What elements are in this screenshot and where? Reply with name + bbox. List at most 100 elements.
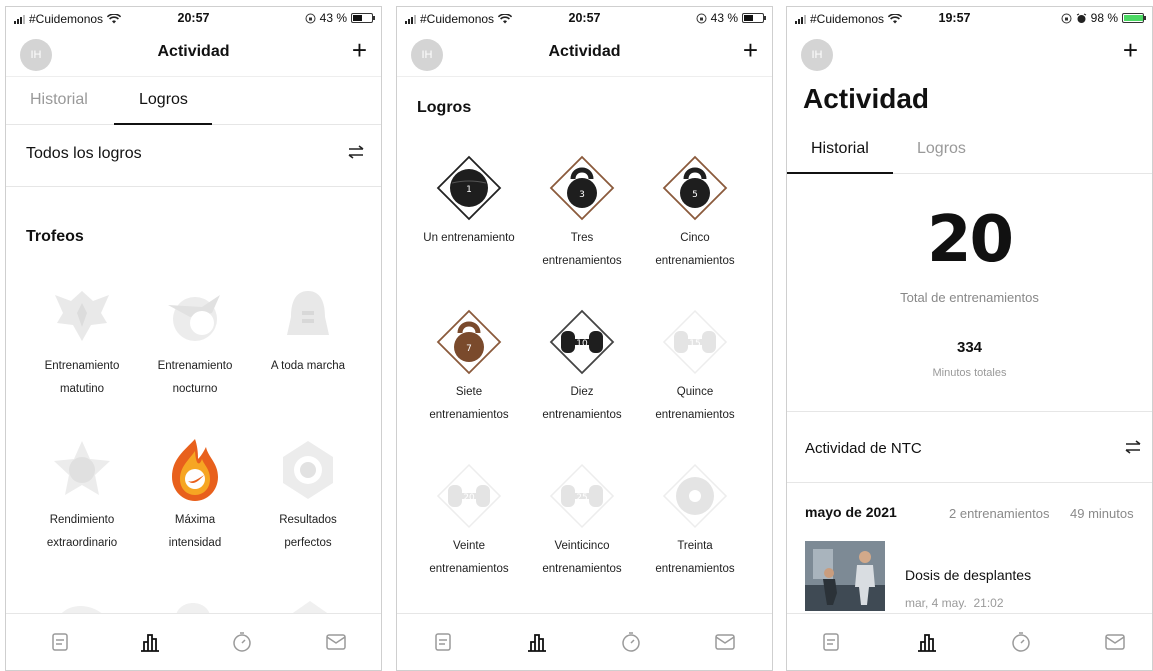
nav-bar: IH Actividad +	[6, 29, 381, 77]
achievement-badge[interactable]: 15 Quince entrenamientos	[639, 309, 751, 427]
feed-icon[interactable]	[48, 630, 72, 654]
badge-title: Rendimiento	[49, 514, 115, 526]
feed-icon[interactable]	[819, 630, 843, 654]
status-bar: #Cuidemonos 20:57 43 %	[6, 7, 381, 29]
badge-number: 5	[692, 190, 698, 200]
total-workouts-label: Total de entrenamientos	[900, 290, 1039, 305]
trophy-badge[interactable]: Entrenamiento nocturno	[139, 283, 251, 401]
badge-subtitle: entrenamientos	[542, 255, 622, 267]
flame-trophy-icon	[172, 439, 218, 501]
battery-icon	[1122, 13, 1146, 23]
timer-icon[interactable]	[619, 630, 643, 654]
trophy-badge[interactable]: Rendimiento extraordinario	[26, 437, 138, 555]
add-button[interactable]: +	[352, 37, 367, 63]
trophy-badge[interactable]: A toda marcha	[252, 283, 364, 378]
avatar[interactable]: IH	[801, 39, 833, 71]
large-page-title: Actividad	[803, 83, 930, 114]
feed-icon[interactable]	[431, 630, 455, 654]
badge-title: Resultados	[279, 514, 337, 526]
section-title: Trofeos	[26, 228, 84, 245]
trophy-badge[interactable]: Resultados perfectos	[252, 437, 364, 555]
battery-icon	[742, 13, 766, 23]
badge-subtitle: matutino	[59, 383, 105, 395]
ball-badge-icon: 1	[436, 155, 502, 221]
tab-historial[interactable]: Historial	[30, 91, 88, 109]
workout-time: 21:02	[973, 596, 1004, 610]
tab-bar: Historial Logros	[6, 77, 381, 125]
badge-subtitle: entrenamientos	[655, 563, 735, 575]
badge-number: 20	[463, 493, 475, 503]
activity-chart-icon[interactable]	[525, 630, 549, 654]
timer-icon[interactable]	[1009, 630, 1033, 654]
filter-row[interactable]: Todos los logros	[6, 125, 381, 187]
badge-subtitle: nocturno	[172, 383, 218, 395]
workout-title: Dosis de desplantes	[905, 567, 1032, 583]
achievement-badge[interactable]: 30 Treinta entrenamientos	[639, 463, 751, 581]
page-title: Actividad	[157, 43, 230, 60]
screen-logros-trofeos: #Cuidemonos 20:57 43 % IH Actividad + Hi…	[5, 6, 382, 671]
badge-title: Cinco	[680, 232, 710, 244]
tab-historial[interactable]: Historial	[811, 140, 869, 158]
next-row-trophies-peek	[60, 601, 330, 615]
filter-icon[interactable]	[347, 143, 365, 161]
badge-title: Máxima	[174, 514, 216, 526]
timer-icon[interactable]	[230, 630, 254, 654]
battery-icon	[351, 13, 375, 23]
achievement-badge[interactable]: 20 Veinte entrenamientos	[413, 463, 525, 581]
orientation-lock-icon	[1061, 13, 1072, 23]
trophy-badge[interactable]: Máxima intensidad	[139, 437, 251, 555]
badge-title: Veinticinco	[554, 540, 610, 552]
badge-number: 25	[576, 493, 587, 503]
eagle-trophy-icon	[55, 291, 109, 341]
bottom-tab-bar	[787, 613, 1152, 670]
tab-logros[interactable]: Logros	[917, 140, 966, 158]
activity-chart-icon[interactable]	[138, 630, 162, 654]
dumbbell-badge-icon: 15	[662, 309, 728, 375]
achievement-badge[interactable]: 25 Veinticinco entrenamientos	[526, 463, 638, 581]
status-bar: #Cuidemonos 20:57 43 %	[397, 7, 772, 29]
badge-title: Un entrenamiento	[423, 232, 515, 244]
inbox-icon[interactable]	[1103, 630, 1127, 654]
achievement-badge[interactable]: 10 Diez entrenamientos	[526, 309, 638, 427]
add-button[interactable]: +	[1123, 37, 1138, 63]
badge-number: 1	[466, 185, 472, 195]
battery-percent: 43 %	[710, 11, 738, 25]
workout-row[interactable]: Dosis de desplantes mar, 4 may. 21:02	[805, 541, 1145, 611]
month-workouts: 2 entrenamientos	[949, 506, 1050, 521]
inbox-icon[interactable]	[324, 630, 348, 654]
battery-percent: 43 %	[319, 11, 347, 25]
trophy-badge[interactable]: Entrenamiento matutino	[26, 283, 138, 401]
dumbbell-badge-icon: 25	[549, 463, 615, 529]
achievement-badge[interactable]: 5 Cinco entrenamientos	[639, 155, 751, 273]
activity-row-label: Actividad de NTC	[805, 440, 922, 457]
add-button[interactable]: +	[743, 37, 758, 63]
nav-bar: IH Actividad +	[397, 29, 772, 77]
kettlebell-badge-icon: 3	[549, 155, 615, 221]
badge-number: 10	[576, 339, 588, 349]
achievement-badge[interactable]: 1 Un entrenamiento	[413, 155, 525, 250]
target-trophy-icon	[283, 441, 333, 499]
badge-subtitle: entrenamientos	[542, 563, 622, 575]
achievement-badge[interactable]: 7 Siete entrenamientos	[413, 309, 525, 427]
month-label: mayo de 2021	[805, 504, 897, 520]
badge-title: Entrenamiento	[157, 360, 233, 372]
bottom-tab-bar	[6, 613, 381, 670]
badge-title: Veinte	[453, 540, 485, 552]
dumbbell-badge-icon: 20	[436, 463, 502, 529]
activity-chart-icon[interactable]	[915, 630, 939, 654]
activity-filter-row[interactable]: Actividad de NTC	[787, 411, 1152, 483]
filter-icon[interactable]	[1124, 438, 1142, 456]
filter-row-label: Todos los logros	[26, 145, 142, 162]
badge-number: 7	[466, 344, 472, 354]
achievement-badge[interactable]: 3 Tres entrenamientos	[526, 155, 638, 273]
tab-logros[interactable]: Logros	[139, 91, 188, 109]
active-tab-indicator	[787, 172, 893, 174]
screen-historial: #Cuidemonos 19:57 98 % IH + Actividad Hi…	[786, 6, 1153, 671]
badge-subtitle: perfectos	[284, 537, 332, 549]
inbox-icon[interactable]	[713, 630, 737, 654]
badge-subtitle: entrenamientos	[429, 563, 509, 575]
tab-bar: Historial Logros	[787, 126, 1152, 174]
moon-wing-trophy-icon	[168, 295, 220, 341]
badge-subtitle: entrenamientos	[429, 409, 509, 421]
screen-logros-entrenamientos: #Cuidemonos 20:57 43 % IH Actividad + Lo…	[396, 6, 773, 671]
